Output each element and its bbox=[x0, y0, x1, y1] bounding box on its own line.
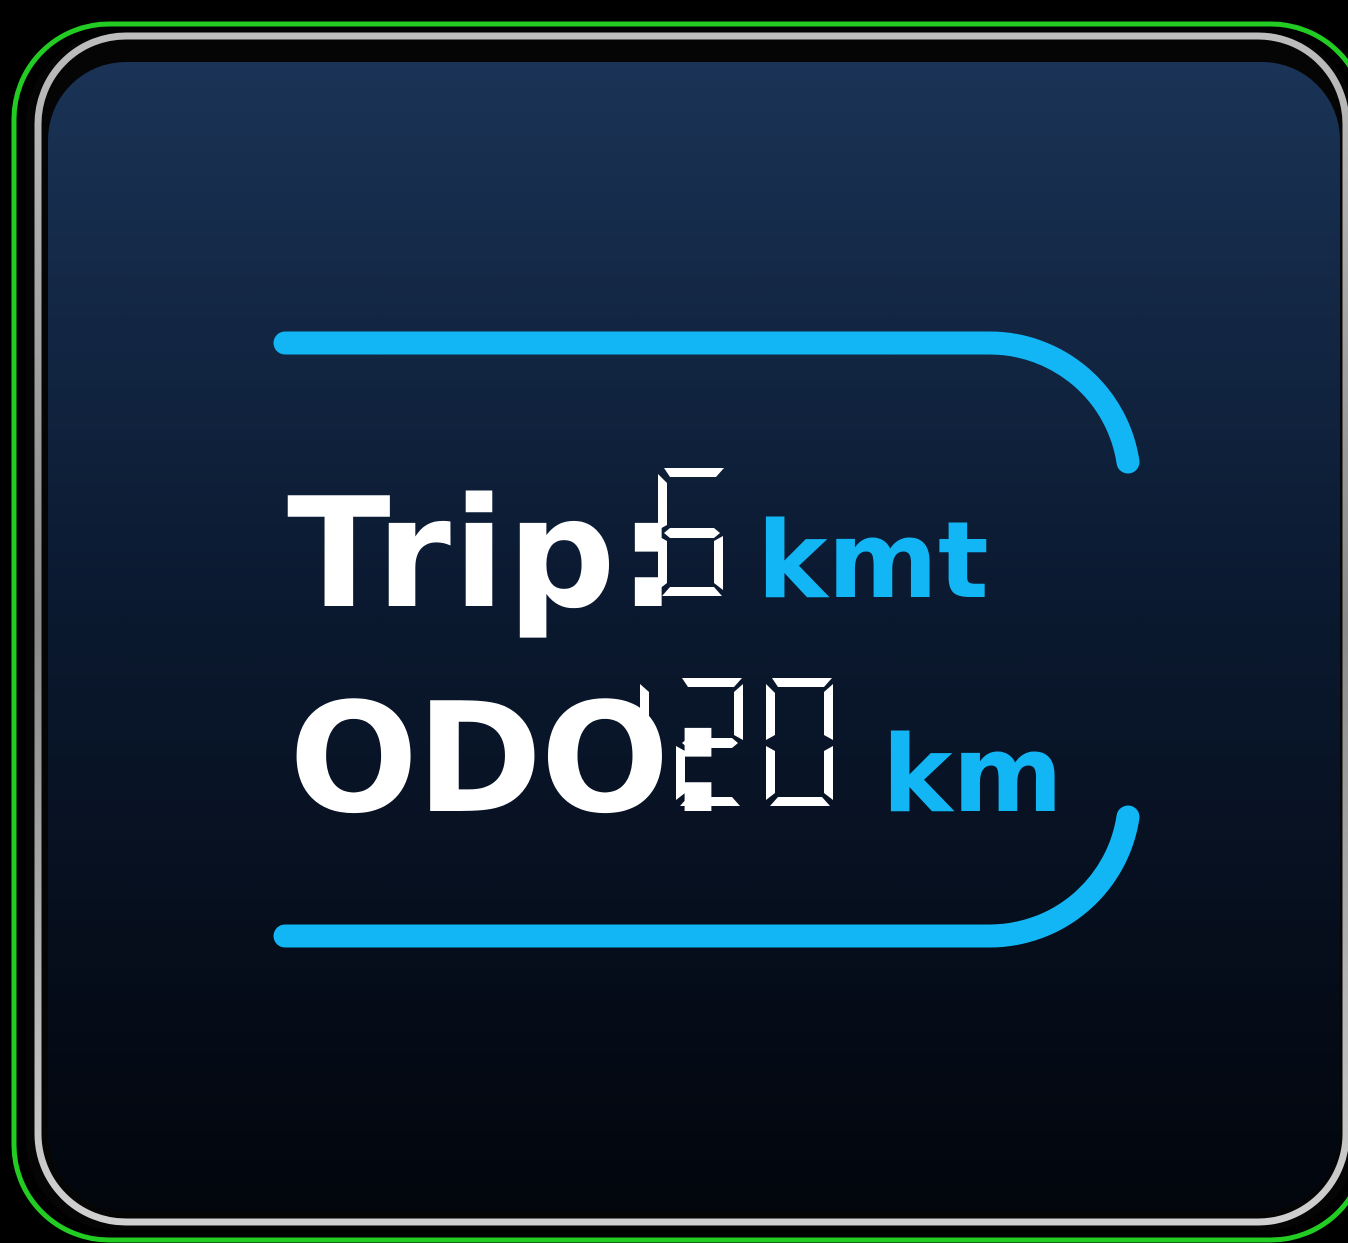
trip-unit: kmt bbox=[757, 499, 989, 622]
odometer-widget: Trip: 6 kmt ODO: 120 km bbox=[0, 0, 1348, 1243]
svg-text:6: 6 bbox=[650, 462, 651, 463]
odo-value: 120 bbox=[634, 672, 833, 806]
display-panel bbox=[48, 62, 1340, 1212]
odo-unit: km bbox=[882, 713, 1063, 836]
trip-value: 6 bbox=[650, 462, 724, 596]
trip-label: Trip: bbox=[287, 465, 681, 642]
svg-text:120: 120 bbox=[634, 672, 636, 673]
